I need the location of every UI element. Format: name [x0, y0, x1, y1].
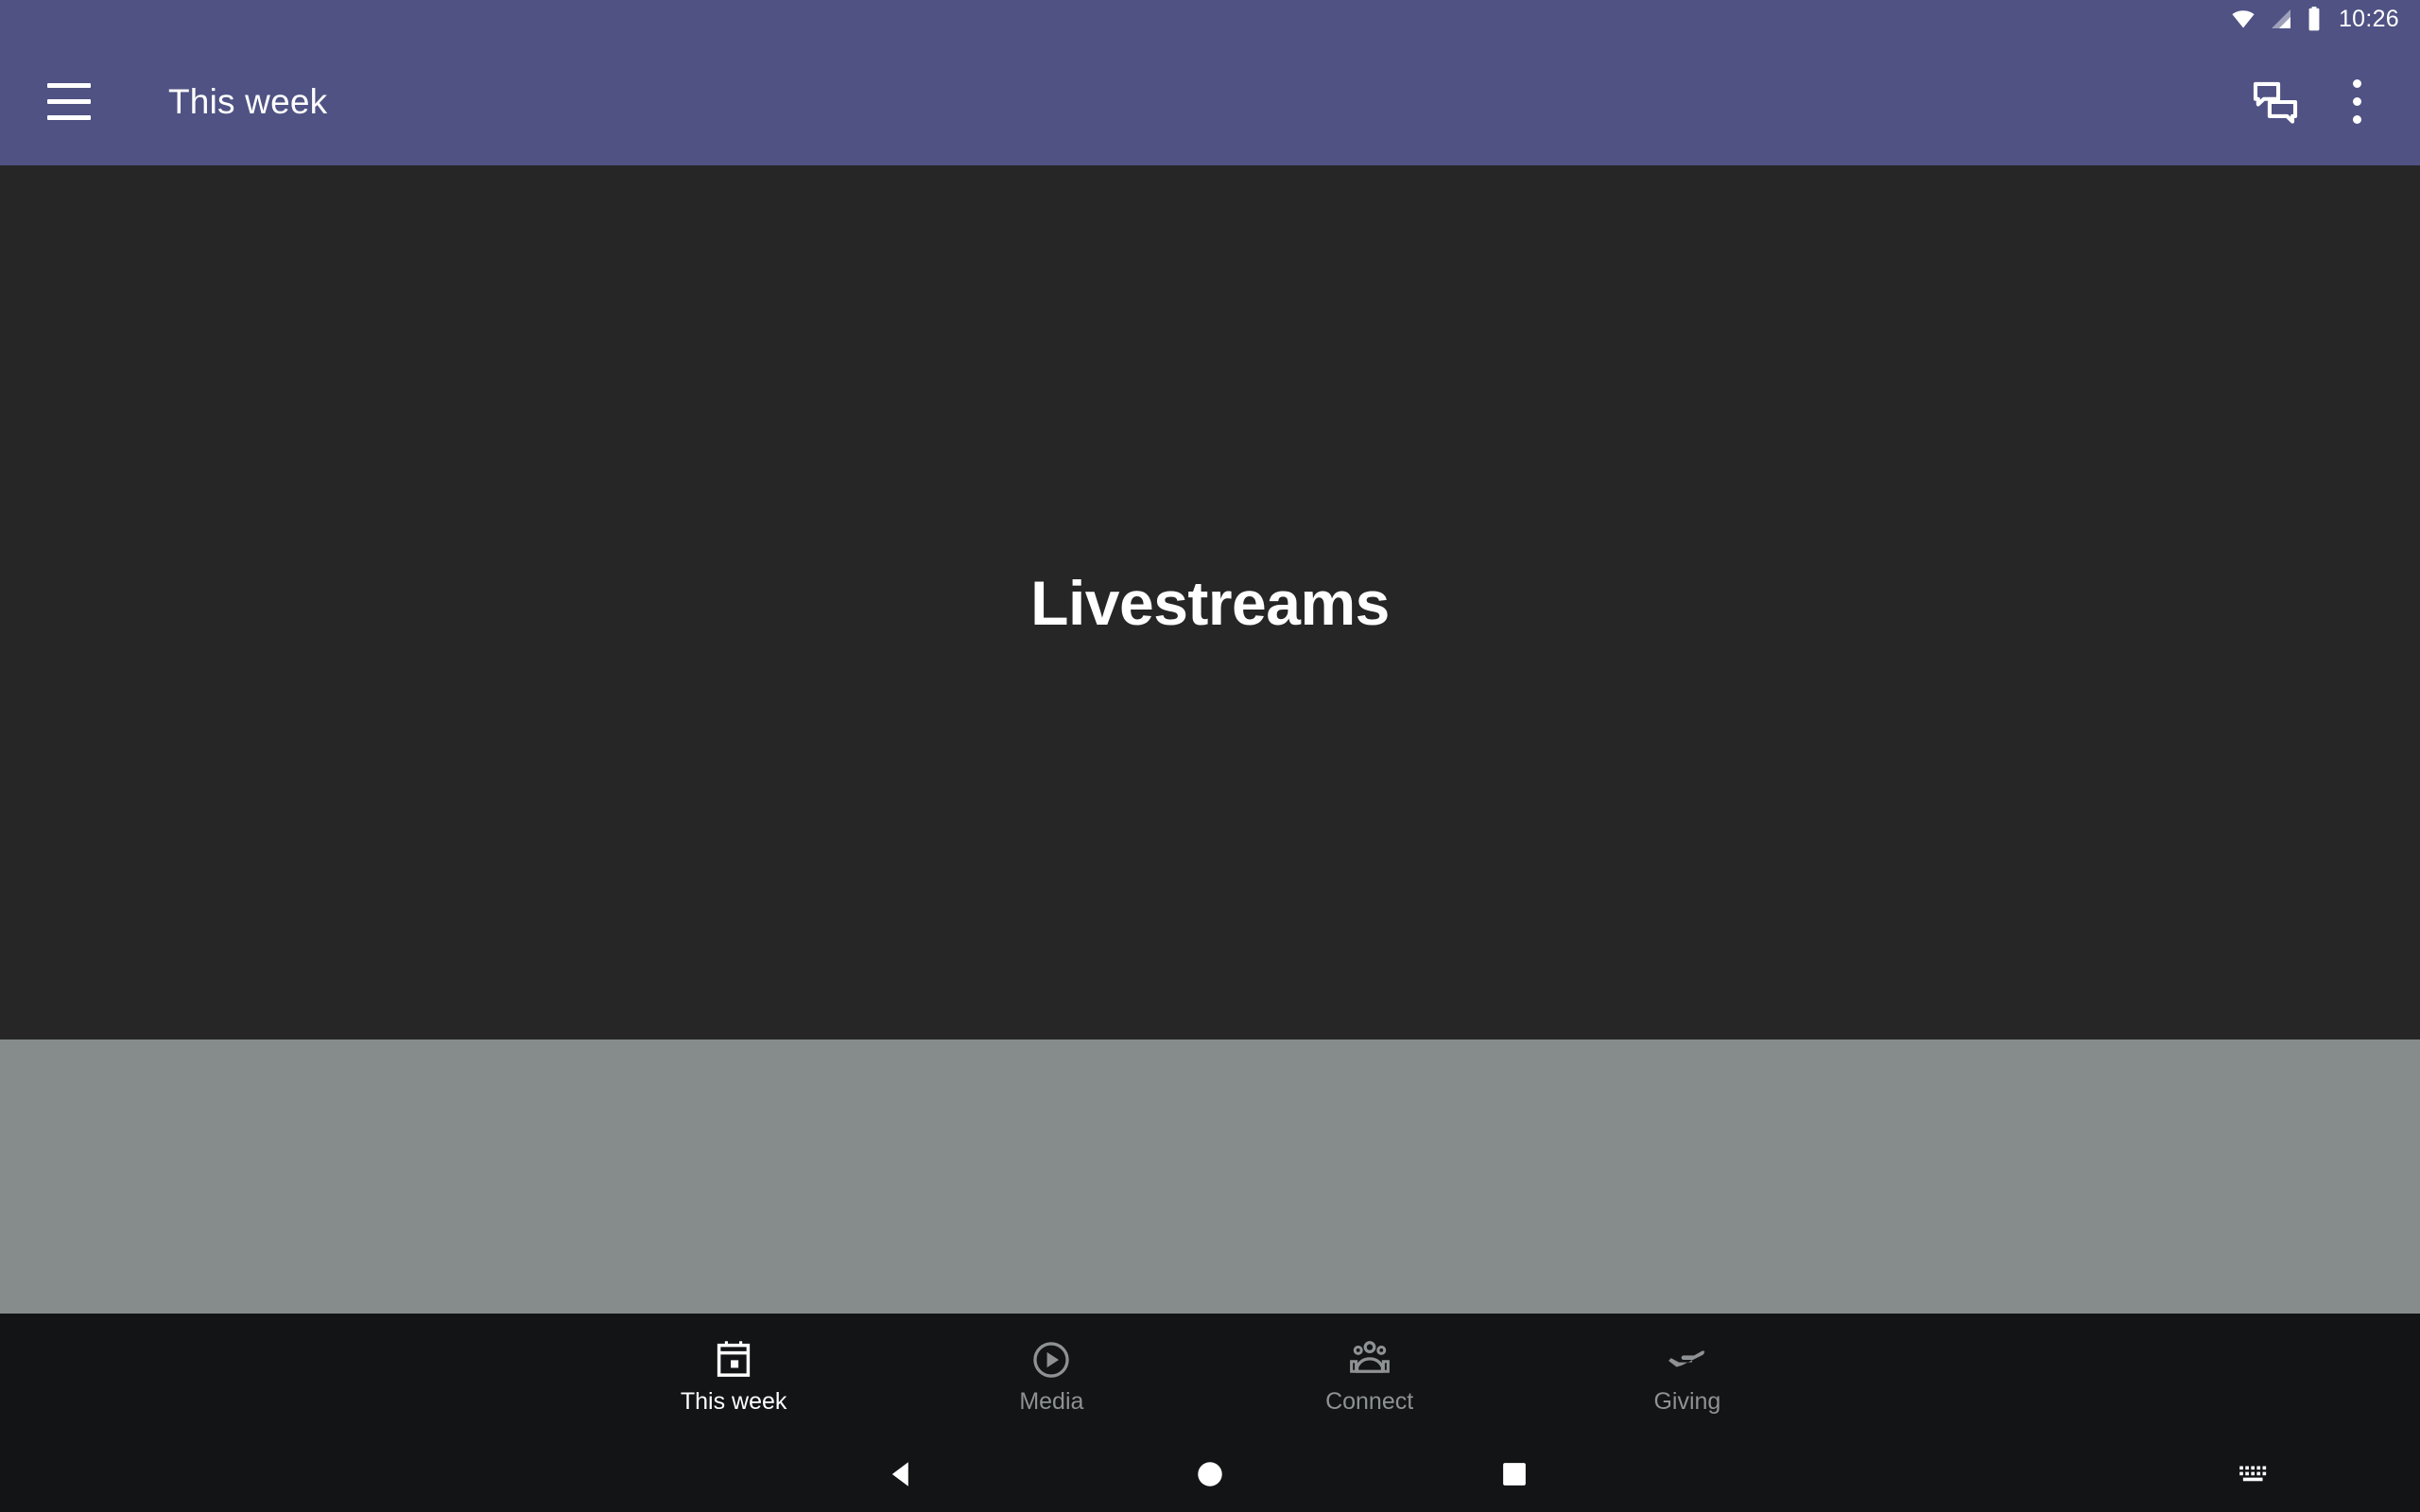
tab-label: This week: [680, 1387, 787, 1415]
bottom-navigation-bar: This week Media Connect Giving: [0, 1314, 2420, 1436]
app-screen: 10:26 This week Livestreams This week Me…: [0, 0, 2420, 1512]
hand-offering-icon: [1666, 1337, 1709, 1383]
wifi-icon: [2229, 8, 2257, 30]
tab-connect[interactable]: Connect: [1211, 1314, 1529, 1436]
bottom-navigation-tabs: This week Media Connect Giving: [575, 1314, 1846, 1436]
hamburger-bar: [47, 82, 91, 88]
content-area: Livestreams: [0, 165, 2420, 1040]
play-circle-icon: [1030, 1337, 1072, 1383]
hamburger-bar: [47, 98, 91, 104]
tab-media[interactable]: Media: [892, 1314, 1210, 1436]
gray-placeholder-panel: [0, 1040, 2420, 1314]
overflow-dot: [2352, 115, 2361, 124]
tab-label: Giving: [1653, 1387, 1721, 1415]
overflow-menu-icon[interactable]: [2316, 61, 2397, 143]
keyboard-icon[interactable]: [2198, 1436, 2311, 1512]
back-icon[interactable]: [844, 1436, 958, 1512]
battery-icon: [2305, 7, 2324, 31]
cellular-signal-icon: [2269, 8, 2293, 30]
page-title: This week: [168, 81, 328, 121]
recents-icon[interactable]: [1458, 1436, 1571, 1512]
chat-bubbles-icon[interactable]: [2235, 61, 2316, 143]
tab-label: Connect: [1325, 1387, 1414, 1415]
tab-label: Media: [1019, 1387, 1084, 1415]
hamburger-menu-icon[interactable]: [40, 72, 98, 130]
tab-this-week[interactable]: This week: [575, 1314, 892, 1436]
status-bar-clock: 10:26: [2338, 5, 2399, 32]
hamburger-bar: [47, 114, 91, 120]
tab-giving[interactable]: Giving: [1529, 1314, 1846, 1436]
home-icon[interactable]: [1153, 1436, 1267, 1512]
status-bar: 10:26: [0, 0, 2420, 38]
overflow-dot: [2352, 97, 2361, 106]
overflow-dot: [2352, 79, 2361, 88]
people-group-icon: [1348, 1337, 1392, 1383]
app-toolbar: This week: [0, 38, 2420, 165]
calendar-icon: [713, 1337, 754, 1383]
system-navigation-bar: [0, 1436, 2420, 1512]
content-heading: Livestreams: [1030, 567, 1390, 638]
toolbar-actions: [2235, 38, 2397, 165]
